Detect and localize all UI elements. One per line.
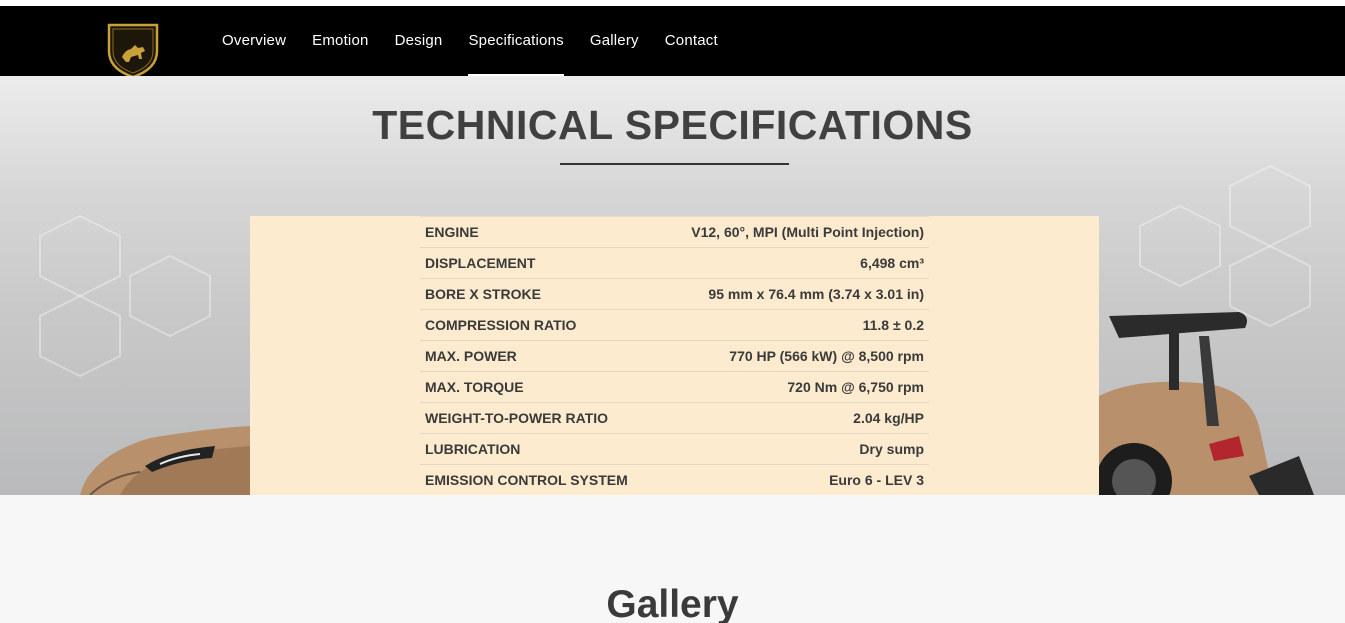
spec-row: COMPRESSION RATIO 11.8 ± 0.2 [420, 309, 929, 341]
gallery-title: Gallery [606, 583, 739, 623]
spec-value: 720 Nm @ 6,750 rpm [657, 371, 929, 403]
main-nav: Overview Emotion Design Specifications G… [209, 6, 731, 76]
spec-row: MAX. POWER 770 HP (566 kW) @ 8,500 rpm [420, 340, 929, 372]
section-title: TECHNICAL SPECIFICATIONS [372, 102, 973, 148]
nav-overview[interactable]: Overview [209, 6, 299, 76]
spec-row: DISPLACEMENT 6,498 cm³ [420, 247, 929, 279]
nav-design[interactable]: Design [382, 6, 456, 76]
spec-value: 11.8 ± 0.2 [657, 309, 929, 341]
spec-value: Dry sump [657, 433, 929, 465]
car-front-image [80, 426, 250, 495]
spec-row: LUBRICATION Dry sump [420, 433, 929, 465]
spec-label: DISPLACEMENT [420, 247, 658, 279]
nav-gallery[interactable]: Gallery [577, 6, 652, 76]
spec-label: MAX. POWER [420, 340, 658, 372]
spec-value: 770 HP (566 kW) @ 8,500 rpm [657, 340, 929, 372]
spec-label: ENGINE [420, 216, 658, 248]
title-underline [560, 163, 789, 165]
car-rear-image [1099, 312, 1314, 495]
spec-row: EMISSION CONTROL SYSTEM Euro 6 - LEV 3 [420, 465, 929, 496]
lamborghini-shield-logo[interactable] [105, 21, 161, 79]
nav-emotion[interactable]: Emotion [299, 6, 381, 76]
spec-panel: ENGINE V12, 60°, MPI (Multi Point Inject… [250, 216, 1099, 495]
spec-row: ENGINE V12, 60°, MPI (Multi Point Inject… [420, 216, 929, 248]
specifications-section: TECHNICAL SPECIFICATIONS ENGINE V12, 60°… [0, 76, 1345, 495]
spec-value: 6,498 cm³ [657, 247, 929, 279]
spec-value: Euro 6 - LEV 3 [829, 472, 924, 489]
spec-value: V12, 60°, MPI (Multi Point Injection) [657, 216, 929, 248]
spec-value: 95 mm x 76.4 mm (3.74 x 3.01 in) [657, 278, 929, 310]
spec-label: COMPRESSION RATIO [420, 309, 658, 341]
spec-row: WEIGHT-TO-POWER RATIO 2.04 kg/HP [420, 402, 929, 434]
navbar: Overview Emotion Design Specifications G… [0, 6, 1345, 79]
spec-label: BORE X STROKE [420, 278, 658, 310]
spec-row: MAX. TORQUE 720 Nm @ 6,750 rpm [420, 371, 929, 403]
nav-contact[interactable]: Contact [652, 6, 731, 76]
spec-label: EMISSION CONTROL SYSTEM [425, 472, 628, 489]
spec-table: ENGINE V12, 60°, MPI (Multi Point Inject… [420, 216, 929, 495]
spec-label: LUBRICATION [420, 433, 658, 465]
nav-specifications[interactable]: Specifications [455, 6, 576, 76]
spec-label: MAX. TORQUE [420, 371, 658, 403]
spec-label: WEIGHT-TO-POWER RATIO [420, 402, 658, 434]
spec-value: 2.04 kg/HP [657, 402, 929, 434]
spec-row: BORE X STROKE 95 mm x 76.4 mm (3.74 x 3.… [420, 278, 929, 310]
